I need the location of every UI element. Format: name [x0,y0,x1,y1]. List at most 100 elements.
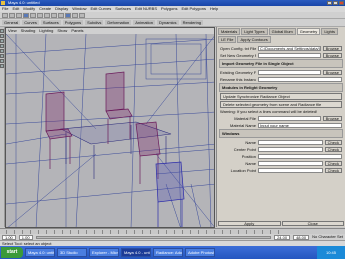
vp-menu-view[interactable]: View [8,28,17,34]
existing-geometry-browse-button[interactable]: Browse [322,69,342,75]
range-end-field[interactable]: 48.00 [293,234,310,240]
window-name2-field[interactable] [258,160,323,166]
start-time-field[interactable]: 1.00 [2,234,16,240]
windows-taskbar: start Maya 4.0: untitled 3D Studio Explo… [0,246,345,259]
tab-apply-contours[interactable]: Apply Contours [237,36,271,43]
tab-materials[interactable]: Materials [218,28,241,35]
taskbar-item[interactable]: Radiance: Adobe [153,248,183,257]
window-name-field[interactable] [258,139,323,145]
window-name-check-button[interactable]: Check [324,139,342,145]
position-row: Position [220,153,342,159]
new-geometry-browse-button[interactable]: Browse [322,52,342,58]
shelf-tab-rendering[interactable]: Rendering [180,20,204,25]
apply-button[interactable]: Apply [218,221,281,226]
taskbar-item[interactable]: Explorer - Microsoft [89,248,119,257]
snap-curve-icon[interactable] [51,12,57,18]
single-view-layout-icon[interactable] [0,59,4,63]
select-hierarchy-icon[interactable] [23,12,29,18]
end-time-field[interactable]: 24.00 [274,234,291,240]
material-name-row: Material Name Input your name [220,122,342,128]
range-slider[interactable] [35,235,272,239]
system-tray-clock: 10:45 [317,246,345,259]
material-file-field[interactable] [258,115,321,121]
new-geometry-field[interactable] [258,52,321,58]
shelf-tab-general[interactable]: General [2,20,21,25]
modules-section-header[interactable]: Modules in Relight Geometry [219,83,343,92]
vp-menu-lighting[interactable]: Lighting [39,28,53,34]
attr-bottom-buttons: Apply Close [217,220,345,227]
shelf-tab-deformation[interactable]: Deformation [105,20,132,25]
windows-section-header[interactable]: Windows [219,129,343,138]
close-button[interactable] [339,1,344,5]
shelf-tab-dynamics[interactable]: Dynamics [157,20,179,25]
ipr-render-icon[interactable] [72,12,78,18]
import-section-header[interactable]: Import Geometry File in Single Object [219,59,343,68]
tab-geometry[interactable]: Geometry [296,28,321,35]
location-point-row: Location Point Check [220,167,342,173]
select-object-icon[interactable] [30,12,36,18]
open-scene-icon[interactable] [9,12,15,18]
maximize-button[interactable] [333,1,338,5]
attr-tabs: Materials Light Types Global Illum Geome… [217,27,345,44]
center-point-check-button[interactable]: Check [324,146,342,152]
delete-geometry-button[interactable]: Delete selected geometry from scene and … [220,101,342,108]
window-name-row: Name Check [220,139,342,145]
window-controls [327,1,344,5]
new-scene-icon[interactable] [2,12,8,18]
shelf-tab-surfaces[interactable]: Surfaces [40,20,61,25]
maya-app-icon [1,1,5,5]
config-browse-button[interactable]: Browse [322,45,342,51]
tab-global-illum[interactable]: Global Illum [268,28,296,35]
config-file-field[interactable]: C:/Documents and Settings/data/OSKY/MyD/ [258,45,321,51]
taskbar-item[interactable]: Maya 4.0: untitled [25,248,55,257]
vp-menu-panels[interactable]: Panels [71,28,83,34]
window-name-label: Name [245,139,256,145]
scale-tool-icon[interactable] [0,49,4,53]
material-name-field[interactable]: Input your name [258,122,342,128]
taskbar-item-active[interactable]: Maya 4.0 - untitled [121,248,151,257]
snap-grid-icon[interactable] [44,12,50,18]
taskbar-item[interactable]: 3D Studio [57,248,87,257]
window-name2-check-button[interactable]: Check [324,160,342,166]
update-synchronize-button[interactable]: Update Synchronize Radiance Object [220,93,342,100]
rename-instance-field[interactable] [258,76,342,82]
minimize-button[interactable] [327,1,332,5]
render-globals-icon[interactable] [79,12,85,18]
start-button[interactable]: start [1,247,23,258]
perspective-viewport[interactable]: View Shading Lighting Show Panels [5,27,215,228]
current-time-field[interactable]: 1.00 [18,234,33,240]
select-tool-icon[interactable] [0,29,4,33]
location-point-field[interactable] [258,167,323,173]
center-point-row: Center Point Check [220,146,342,152]
existing-geometry-label: Existing Geometry File [220,69,256,75]
existing-geometry-field[interactable] [258,69,321,75]
save-scene-icon[interactable] [16,12,22,18]
tab-le-file[interactable]: LE File [218,36,237,43]
shelf-tab-subdivs[interactable]: Subdivs [85,20,104,25]
shelf-tabs: General Curves Surfaces Polygons Subdivs… [2,20,204,25]
center-point-field[interactable] [258,146,323,152]
taskbar-item[interactable]: Adobe Photoshop [185,248,215,257]
move-tool-icon[interactable] [0,39,4,43]
location-point-check-button[interactable]: Check [324,167,342,173]
vp-menu-shading[interactable]: Shading [21,28,36,34]
material-browse-button[interactable]: Browse [322,115,342,121]
render-icon[interactable] [65,12,71,18]
tab-lights[interactable]: Lights [321,28,338,35]
shelf-tab-curves[interactable]: Curves [22,20,39,25]
position-field[interactable] [258,153,342,159]
shelf-tab-animation[interactable]: Animation [133,20,155,25]
manipulator-tool-icon[interactable] [0,54,4,58]
rotate-tool-icon[interactable] [0,44,4,48]
tab-light-types[interactable]: Light Types [241,28,268,35]
shelf-tab-polygons[interactable]: Polygons [62,20,84,25]
select-component-icon[interactable] [37,12,43,18]
config-file-label: Open Config. txt File [220,45,256,51]
four-view-layout-icon[interactable] [0,64,4,68]
close-panel-button[interactable]: Close [281,221,344,226]
window-name2-row: Name Check [220,160,342,166]
vp-menu-show[interactable]: Show [57,28,67,34]
lasso-tool-icon[interactable] [0,34,4,38]
snap-point-icon[interactable] [58,12,64,18]
wireframe-scene [6,34,214,227]
